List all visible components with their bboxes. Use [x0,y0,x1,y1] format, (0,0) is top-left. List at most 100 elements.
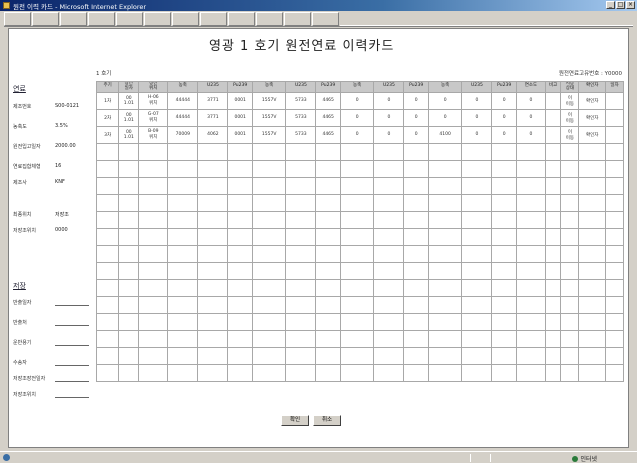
column-header: 장전 위치 [138,81,169,93]
column-header: 농축 [251,81,287,93]
empty-table-row[interactable] [95,210,624,229]
table-cell [138,193,169,212]
tab-6[interactable] [144,12,171,26]
column-header: 농축 [339,81,375,93]
table-cell: 0001 [227,91,253,110]
table-cell [315,227,341,246]
empty-table-row[interactable] [95,176,624,195]
table-cell [578,210,607,229]
storage-field-line[interactable] [55,397,89,398]
empty-table-row[interactable] [95,346,624,365]
table-cell [197,244,229,263]
table-cell [167,312,199,331]
tab-11[interactable] [284,12,311,26]
table-cell [544,142,562,161]
table-cell [403,176,429,195]
tab-1[interactable] [4,12,31,26]
table-cell [461,176,493,195]
table-cell [578,312,607,331]
empty-table-row[interactable] [95,312,624,331]
tab-10[interactable] [256,12,283,26]
tab-9[interactable] [228,12,255,26]
minimize-icon[interactable]: _ [606,1,615,9]
cancel-button[interactable]: 취소 [313,415,341,426]
storage-field-line[interactable] [55,381,89,382]
empty-table-row[interactable] [95,193,624,212]
empty-table-row[interactable] [95,329,624,348]
table-cell [315,261,341,280]
table-cell [227,227,253,246]
empty-table-row[interactable] [95,261,624,280]
table-cell [251,244,287,263]
empty-table-row[interactable] [95,142,624,161]
table-cell [491,312,517,331]
table-cell [515,261,546,280]
table-cell [461,261,493,280]
tab-8[interactable] [200,12,227,26]
table-cell [560,142,580,161]
storage-section-title: 저장 [13,282,26,290]
table-row[interactable]: 2차 00 1.01 G-07 위치 44444 3771 0001 1557V 5733 44… [95,108,624,127]
table-cell [167,346,199,365]
empty-table-row[interactable] [95,159,624,178]
table-cell [605,244,624,263]
table-cell [315,312,341,331]
empty-table-row[interactable] [95,363,624,382]
table-cell: 0 [403,125,429,144]
tab-7[interactable] [172,12,199,26]
table-cell [167,142,199,161]
table-cell [605,108,624,127]
storage-field-line[interactable] [55,325,89,326]
storage-field-line[interactable] [55,305,89,306]
table-cell: 70009 [167,125,199,144]
table-row[interactable]: 3차 00 1.01 B-09 위치 70009 4062 0001 1557V 5733 44… [95,125,624,144]
table-cell [578,278,607,297]
table-cell [578,261,607,280]
table-cell: 0 [491,125,517,144]
table-cell [339,210,375,229]
table-cell [403,261,429,280]
save-button[interactable]: 확인 [281,415,309,426]
table-cell [560,261,580,280]
tab-12[interactable] [312,12,339,26]
maximize-icon[interactable]: □ [616,1,625,9]
close-icon[interactable]: × [626,1,635,9]
tab-4[interactable] [88,12,115,26]
tab-2[interactable] [32,12,59,26]
table-cell: 1차 [95,91,120,110]
empty-table-row[interactable] [95,244,624,263]
tab-3[interactable] [60,12,87,26]
table-cell [197,295,229,314]
table-cell [403,278,429,297]
table-cell [560,227,580,246]
table-cell [315,193,341,212]
table-cell [544,312,562,331]
table-row[interactable]: 1차 00 1.01 H-06 위치 44444 3771 0001 1557V 5733 44… [95,91,624,110]
table-cell [167,329,199,348]
table-cell [167,363,199,382]
table-cell [251,193,287,212]
empty-table-row[interactable] [95,278,624,297]
table-cell [373,210,405,229]
table-cell: 00 1.01 [118,125,140,144]
table-cell [461,193,493,212]
tab-5[interactable] [116,12,143,26]
table-cell [544,346,562,365]
table-cell [403,159,429,178]
storage-field-line[interactable] [55,365,89,366]
table-cell [373,261,405,280]
empty-table-row[interactable] [95,295,624,314]
table-cell [138,295,169,314]
table-cell [339,193,375,212]
table-cell [560,346,580,365]
table-cell [427,142,463,161]
table-cell: 4465 [315,108,341,127]
table-cell [403,244,429,263]
table-cell [315,244,341,263]
table-cell [197,176,229,195]
storage-field-line[interactable] [55,345,89,346]
table-cell [605,159,624,178]
table-cell: 4062 [197,125,229,144]
table-cell [285,142,317,161]
empty-table-row[interactable] [95,227,624,246]
